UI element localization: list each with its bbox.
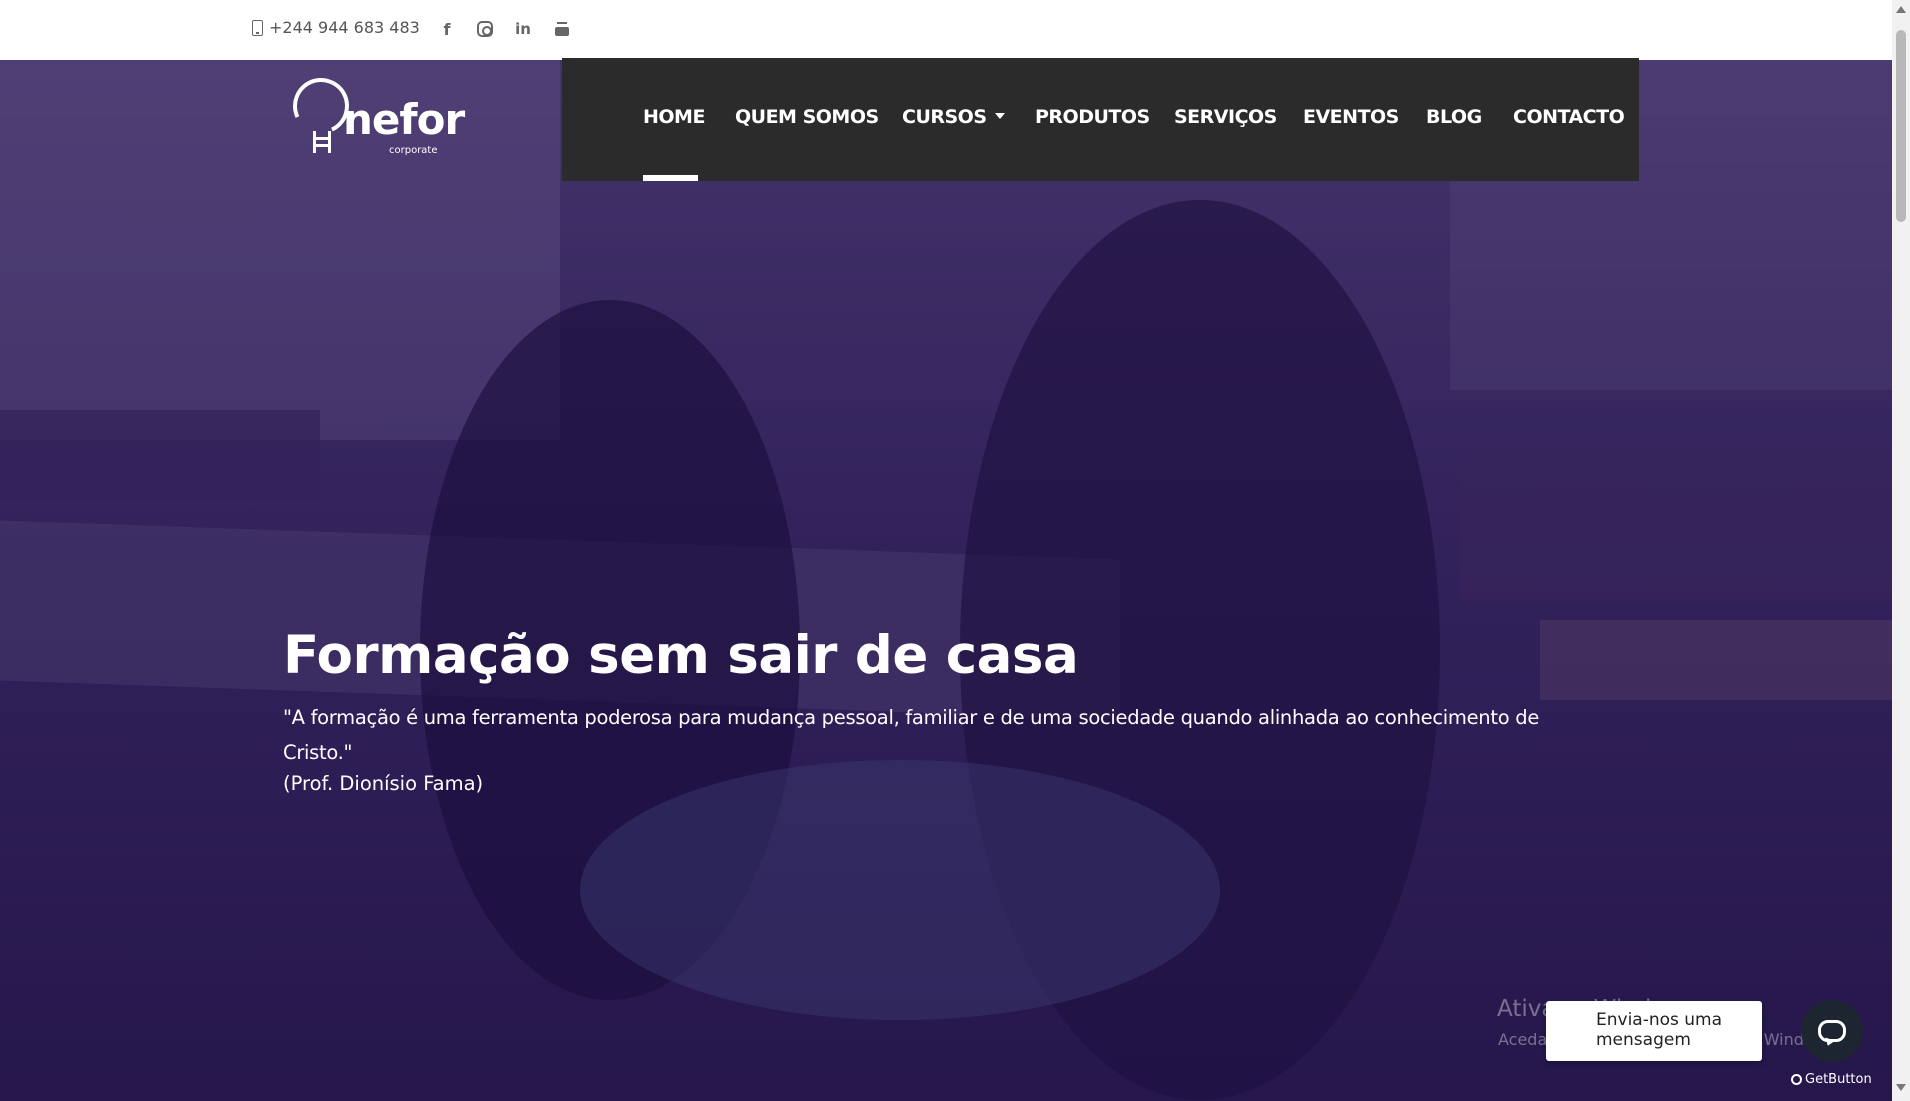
- main-navigation: HOME QUEM SOMOS CURSOS PRODUTOS SERVIÇOS…: [562, 58, 1639, 181]
- top-bar: +244 944 683 483 f in: [0, 0, 1892, 60]
- phone-contact[interactable]: +244 944 683 483: [252, 18, 420, 37]
- scroll-up-arrow-icon[interactable]: [1896, 6, 1906, 13]
- nav-item-eventos[interactable]: EVENTOS: [1303, 106, 1399, 128]
- hero-banner: [0, 60, 1892, 1101]
- facebook-icon[interactable]: f: [436, 18, 458, 40]
- nav-item-servicos[interactable]: SERVIÇOS: [1174, 106, 1277, 128]
- mobile-phone-icon: [252, 19, 263, 36]
- scroll-down-arrow-icon[interactable]: [1896, 1084, 1906, 1091]
- chat-icon: [1818, 1020, 1846, 1042]
- linkedin-icon[interactable]: in: [512, 18, 534, 40]
- caret-down-icon: [994, 112, 1005, 119]
- nav-item-blog[interactable]: BLOG: [1426, 106, 1482, 128]
- nav-item-cursos[interactable]: CURSOS: [902, 106, 1005, 128]
- hero-title: Formação sem sair de casa: [283, 625, 1079, 686]
- hero-quote: "A formação é uma ferramenta poderosa pa…: [283, 706, 1540, 764]
- logo-wordmark: nefor: [343, 95, 465, 144]
- nav-item-cursos-label: CURSOS: [902, 106, 987, 128]
- nav-item-home[interactable]: HOME: [643, 106, 705, 128]
- hero-color-overlay: [0, 60, 1892, 1101]
- getbutton-credit[interactable]: GetButton: [1791, 1072, 1872, 1087]
- youtube-icon[interactable]: [551, 18, 573, 40]
- getbutton-icon: [1791, 1074, 1802, 1085]
- scrollbar-thumb[interactable]: [1896, 30, 1906, 222]
- getbutton-label: GetButton: [1805, 1072, 1872, 1087]
- nav-item-contacto[interactable]: CONTACTO: [1513, 106, 1625, 128]
- site-logo[interactable]: nefor corporate: [285, 70, 465, 165]
- chat-launcher-button[interactable]: [1801, 1000, 1863, 1062]
- phone-number: +244 944 683 483: [269, 18, 420, 37]
- nav-item-quem-somos[interactable]: QUEM SOMOS: [735, 106, 879, 128]
- nav-item-produtos[interactable]: PRODUTOS: [1035, 106, 1150, 128]
- vertical-scrollbar[interactable]: [1892, 0, 1910, 1101]
- active-nav-indicator: [643, 175, 698, 181]
- hero-quote-author: (Prof. Dionísio Fama): [283, 772, 484, 795]
- chat-prompt-bubble[interactable]: Envia-nos uma mensagem: [1546, 1001, 1762, 1061]
- logo-subtitle: corporate: [389, 145, 438, 156]
- instagram-icon[interactable]: [474, 18, 496, 40]
